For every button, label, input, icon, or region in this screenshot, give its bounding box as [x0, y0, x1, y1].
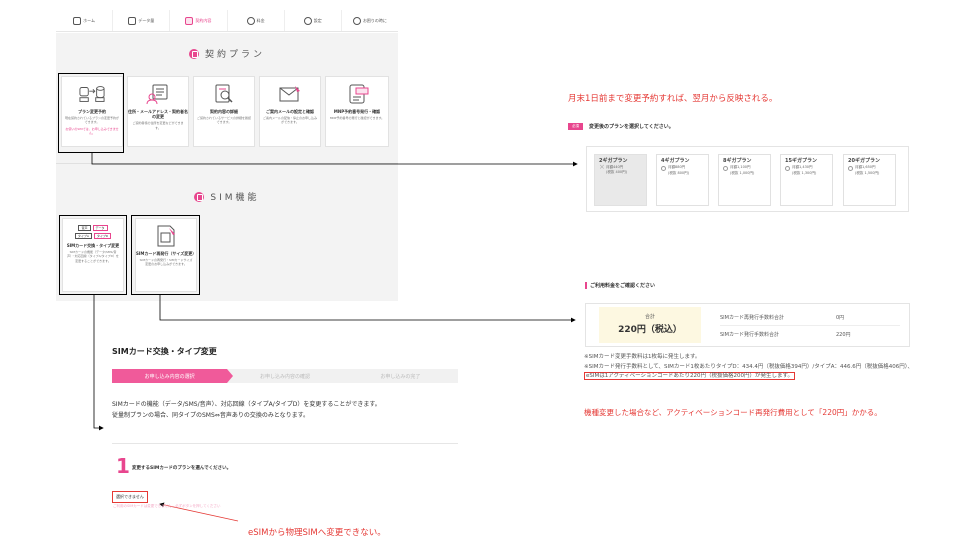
plan-option-20gb[interactable]: 20ギガプラン 月額1,650円 (税抜 1,500円)	[843, 154, 896, 206]
plan-option-4gb[interactable]: 4ギガプラン 月額880円 (税抜 800円)	[656, 154, 709, 206]
annotation-reissue-fee: 機種変更した場合など、アクティベーションコード再発行費用として「220円」かかる…	[584, 408, 882, 417]
plan-option-15gb[interactable]: 15ギガプラン 月額1,430円 (税抜 1,300円)	[780, 154, 833, 206]
fee-heading: ご利用料金をご確認ください	[585, 282, 655, 289]
esim-fee-highlight: eSIMは1アクティベーションコードあたり220円（税抜価格200円）が発生しま…	[584, 372, 795, 381]
step-confirm: お申し込み内容の確認	[227, 369, 343, 383]
plan-select-heading: 必須 変更後のプランを選択してください。	[568, 123, 674, 130]
annotation-esim-to-physical: eSIMから物理SIMへ変更できない。	[248, 528, 386, 538]
step-instruction: 変更するSIMカードのプランを選んでください。	[132, 466, 232, 471]
step-complete: お申し込みの完了	[342, 369, 458, 383]
fee-row-reissue: SIMカード再発行手数料合計 0円	[720, 309, 900, 326]
fee-fine-print: ※SIMカード変更手数料は1枚毎に発生します。 ※SIMカード発行手数料として、…	[584, 354, 913, 381]
required-badge: 必須	[568, 123, 583, 130]
fee-row-issue: SIMカード発行手数料合計 220円	[720, 332, 851, 338]
exchange-description: SIMカードの機能（データ/SMS/音声）、対応回線（タイプA/タイプD）を変更…	[112, 401, 381, 419]
exchange-page-title: SIMカード交換・タイプ変更	[112, 347, 217, 356]
step-select: お申し込み内容の選択	[112, 369, 234, 383]
step-number: 1	[116, 454, 130, 478]
plan-options: 2ギガプラン × 月額440円 (税抜 400円) 4ギガプラン 月額880円 (…	[586, 146, 909, 212]
disabled-x-icon: ×	[599, 163, 605, 172]
unselectable-button[interactable]: 選択できません	[112, 491, 148, 503]
plan-option-2gb: 2ギガプラン × 月額440円 (税抜 400円)	[594, 154, 647, 206]
connector-lines	[91, 153, 578, 522]
unselectable-note: ご利用のSIMカードは変更できません。必ずボタンを押してください	[113, 504, 221, 508]
fee-total: 合計 220円（税込）	[599, 307, 701, 343]
progress-steps: お申し込み内容の選択 お申し込み内容の確認 お申し込みの完了	[112, 369, 458, 383]
divider	[112, 443, 458, 444]
annotation-plan-change-timing: 月末1日前まで変更予約すれば、翌月から反映される。	[568, 94, 778, 104]
plan-option-8gb[interactable]: 8ギガプラン 月額1,100円 (税抜 1,000円)	[718, 154, 771, 206]
